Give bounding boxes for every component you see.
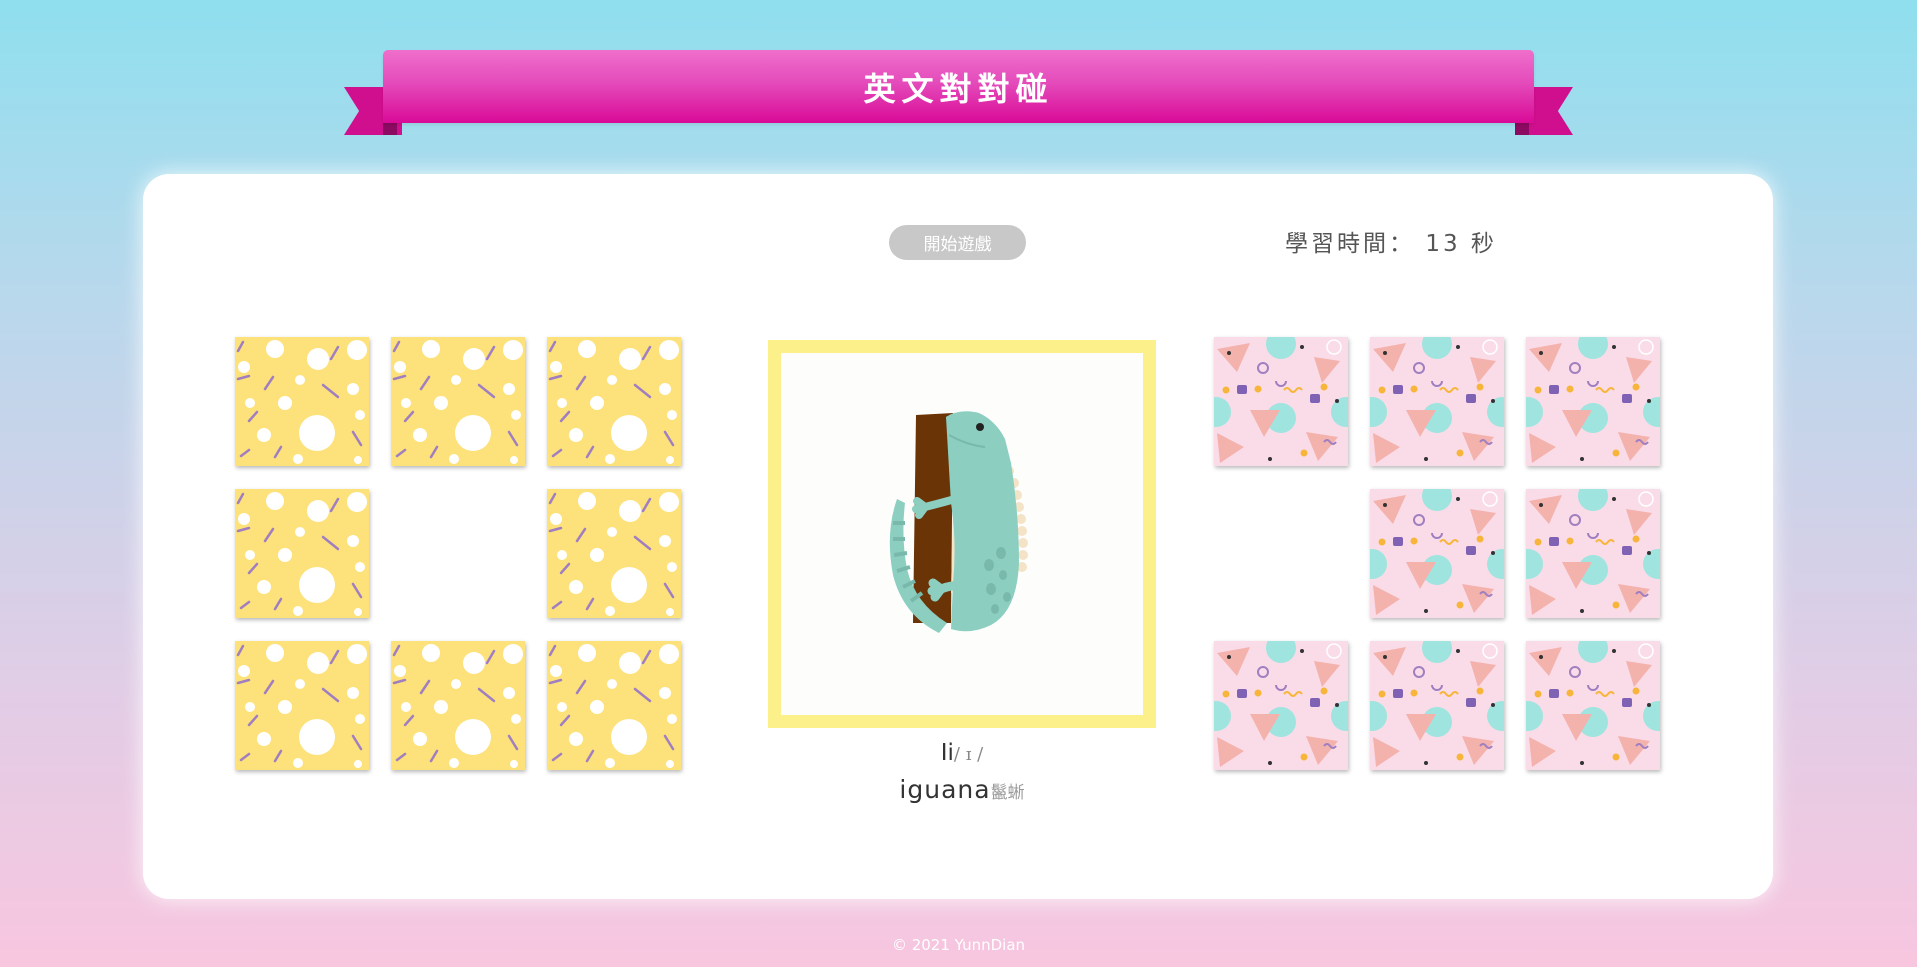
yellow-dots-pattern <box>391 641 525 770</box>
banner-fold-left <box>383 122 397 135</box>
word-line: iguana鬣蜥 <box>768 775 1156 804</box>
right-grid-card[interactable] <box>1370 489 1504 618</box>
page-title: 英文對對碰 <box>383 50 1534 123</box>
start-game-button[interactable]: 開始遊戲 <box>889 225 1026 260</box>
left-grid-card[interactable] <box>235 337 369 466</box>
yellow-dots-pattern <box>235 641 369 770</box>
right-grid-card[interactable] <box>1526 489 1660 618</box>
pink-shapes-pattern <box>1526 489 1660 618</box>
timer-label: 學習時間： <box>1285 231 1415 257</box>
display-ipa: / ɪ / <box>953 744 984 765</box>
left-grid-card[interactable] <box>547 337 681 466</box>
copyright-footer: © 2021 YunnDian <box>891 936 1026 954</box>
display-letter: Ii <box>940 740 954 766</box>
right-grid-card[interactable] <box>1214 641 1348 770</box>
left-grid-card[interactable] <box>391 337 525 466</box>
pink-shapes-pattern <box>1214 641 1348 770</box>
left-grid-card[interactable] <box>391 641 525 770</box>
right-grid-card[interactable] <box>1214 337 1348 466</box>
left-grid-card[interactable] <box>235 641 369 770</box>
yellow-dots-pattern <box>235 337 369 466</box>
yellow-dots-pattern <box>547 641 681 770</box>
pink-shapes-pattern <box>1526 641 1660 770</box>
banner-fold-right <box>1515 122 1529 135</box>
pink-shapes-pattern <box>1370 489 1504 618</box>
right-grid-card[interactable] <box>1370 641 1504 770</box>
right-grid-card[interactable] <box>1370 337 1504 466</box>
yellow-dots-pattern <box>391 337 525 466</box>
game-panel: 開始遊戲 學習時間： 13 秒 Ii/ ɪ / iguana鬣蜥 <box>143 174 1773 899</box>
display-frame <box>768 340 1156 728</box>
pink-shapes-pattern <box>1526 337 1660 466</box>
right-grid-card[interactable] <box>1526 337 1660 466</box>
iguana-illustration <box>781 353 1143 715</box>
pink-shapes-pattern <box>1370 337 1504 466</box>
timer-value: 13 <box>1425 231 1461 257</box>
left-grid-card[interactable] <box>547 489 681 618</box>
yellow-dots-pattern <box>235 489 369 618</box>
left-grid-card[interactable] <box>235 489 369 618</box>
display-translation: 鬣蜥 <box>990 783 1025 803</box>
display-word: iguana <box>899 775 991 804</box>
timer-unit: 秒 <box>1470 231 1497 257</box>
pink-shapes-pattern <box>1214 337 1348 466</box>
study-timer: 學習時間： 13 秒 <box>1285 224 1497 258</box>
pink-shapes-pattern <box>1370 641 1504 770</box>
letter-pronunciation: Ii/ ɪ / <box>768 740 1156 766</box>
yellow-dots-pattern <box>547 337 681 466</box>
right-grid-card[interactable] <box>1526 641 1660 770</box>
yellow-dots-pattern <box>547 489 681 618</box>
left-grid-card[interactable] <box>547 641 681 770</box>
